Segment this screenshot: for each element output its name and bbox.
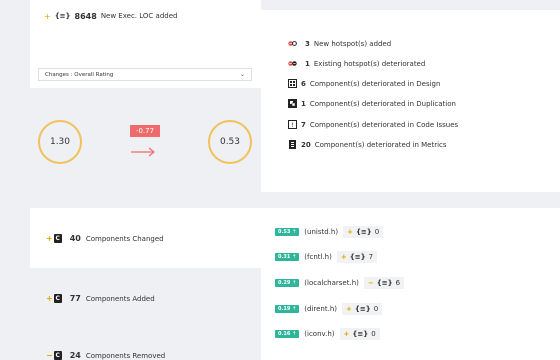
file-change-sign: + bbox=[346, 305, 352, 313]
file-change-chip: + {≡} 0 bbox=[339, 328, 380, 340]
component-file-icon: C bbox=[53, 234, 62, 243]
arrow-right-icon bbox=[130, 142, 156, 157]
components-changed-label: Components Changed bbox=[85, 234, 164, 243]
file-change-sign: − bbox=[367, 279, 374, 287]
rating-before-circle: 1.30 bbox=[38, 120, 82, 164]
summary-text: Component(s) deteriorated in Duplication bbox=[309, 99, 456, 108]
file-rating: 0.29 bbox=[278, 280, 291, 286]
summary-count: 6 bbox=[301, 79, 306, 88]
file-change-chip: − {≡} 6 bbox=[363, 277, 405, 289]
file-rating-badge: 0.16 ⇡ bbox=[275, 330, 300, 338]
components-changed-row: + C 40 Components Changed bbox=[46, 234, 164, 243]
code-braces-icon: {≡} bbox=[349, 253, 366, 261]
plus-icon: + bbox=[46, 294, 53, 303]
file-row[interactable]: 0.16 ⇡ (iconv.h) + {≡} 0 bbox=[275, 328, 380, 340]
file-rating: 0.16 bbox=[278, 331, 291, 337]
loc-value: 8648 bbox=[74, 11, 97, 21]
summary-item: 3 New hotspot(s) added bbox=[288, 39, 391, 48]
plus-icon: + bbox=[46, 234, 53, 243]
components-added-label: Components Added bbox=[85, 294, 155, 303]
file-name[interactable]: (dirent.h) bbox=[304, 305, 337, 313]
summary-item: 1 Existing hotspot(s) deteriorated bbox=[288, 59, 425, 68]
summary-count: 1 bbox=[301, 99, 306, 108]
chevron-down-icon: ⌄ bbox=[239, 71, 245, 78]
file-name[interactable]: (localcharset.h) bbox=[304, 279, 359, 287]
file-change-count: 7 bbox=[368, 253, 374, 261]
svg-text:!: ! bbox=[291, 122, 293, 129]
hotspot-new-icon bbox=[288, 39, 297, 48]
file-rating: 0.19 bbox=[278, 306, 291, 312]
file-change-sign: + bbox=[343, 330, 350, 338]
file-name[interactable]: (fcntl.h) bbox=[304, 253, 332, 261]
summary-count: 3 bbox=[305, 39, 310, 48]
components-added-count: 77 bbox=[69, 294, 81, 303]
file-row[interactable]: 0.31 ⇡ (fcntl.h) + {≡} 7 bbox=[275, 251, 378, 263]
rating-dropdown[interactable]: Changes : Overall Rating ⌄ bbox=[38, 68, 252, 81]
hotspot-deteriorated-icon bbox=[288, 59, 297, 68]
summary-text: Component(s) deteriorated in Design bbox=[309, 79, 441, 88]
summary-text: New hotspot(s) added bbox=[313, 39, 392, 48]
components-added-row: + C 77 Components Added bbox=[46, 294, 155, 303]
summary-text: Component(s) deteriorated in Code Issues bbox=[309, 120, 459, 129]
file-rating-badge: 0.19 ⇡ bbox=[275, 305, 300, 313]
duplication-icon bbox=[288, 99, 297, 108]
file-change-count: 6 bbox=[395, 279, 401, 287]
components-removed-count: 24 bbox=[69, 351, 81, 360]
rating-delta-value: -0.77 bbox=[135, 127, 155, 135]
loc-label: New Exec. LOC added bbox=[100, 12, 178, 20]
file-row[interactable]: 0.53 ⇡ (unistd.h) + {≡} 0 bbox=[275, 226, 384, 238]
minus-icon: − bbox=[46, 351, 53, 360]
summary-text: Component(s) deteriorated in Metrics bbox=[314, 140, 447, 149]
summary-count: 7 bbox=[301, 120, 306, 129]
file-change-sign: + bbox=[347, 228, 353, 236]
rating-dropdown-value: Changes : Overall Rating bbox=[45, 71, 114, 78]
file-change-count: 0 bbox=[374, 228, 380, 236]
components-added-area bbox=[30, 268, 261, 360]
code-braces-icon: {≡} bbox=[376, 279, 393, 287]
file-rating-badge: 0.29 ⇡ bbox=[275, 279, 300, 287]
components-removed-row: − C 24 Components Removed bbox=[46, 351, 165, 360]
file-change-chip: + {≡} 7 bbox=[336, 251, 378, 263]
component-file-icon: C bbox=[53, 351, 62, 360]
summary-text: Existing hotspot(s) deteriorated bbox=[313, 59, 426, 68]
file-rating: 0.31 bbox=[278, 254, 291, 260]
rating-after: 0.53 bbox=[219, 137, 241, 147]
summary-item: 6 Component(s) deteriorated in Design bbox=[288, 79, 440, 88]
code-issues-icon: ! bbox=[288, 120, 297, 129]
file-change-chip: + {≡} 0 bbox=[343, 226, 384, 238]
summary-count: 1 bbox=[305, 59, 310, 68]
summary-item: 1 Component(s) deteriorated in Duplicati… bbox=[288, 99, 456, 108]
file-name[interactable]: (iconv.h) bbox=[304, 330, 334, 338]
design-icon bbox=[288, 79, 297, 88]
code-braces-icon: {≡} bbox=[354, 305, 371, 313]
component-file-icon: C bbox=[53, 294, 62, 303]
rating-delta-badge: -0.77 bbox=[130, 125, 160, 137]
rating-after-circle: 0.53 bbox=[208, 120, 252, 164]
file-rating-badge: 0.53 ⇡ bbox=[275, 228, 300, 236]
file-row[interactable]: 0.29 ⇡ (localcharset.h) − {≡} 6 bbox=[275, 277, 405, 289]
plus-code-icon: + bbox=[44, 11, 51, 21]
top-right-header-strip bbox=[261, 0, 498, 10]
file-change-count: 0 bbox=[371, 330, 376, 338]
summary-item: 20 Component(s) deteriorated in Metrics bbox=[288, 140, 447, 149]
file-row[interactable]: 0.19 ⇡ (dirent.h) + {≡} 0 bbox=[275, 303, 383, 315]
file-rating-badge: 0.31 ⇡ bbox=[275, 253, 300, 261]
file-rating: 0.53 bbox=[278, 229, 291, 235]
code-braces-icon: {≡} bbox=[54, 12, 71, 20]
components-changed-count: 40 bbox=[69, 234, 81, 243]
rating-before: 1.30 bbox=[49, 137, 71, 147]
components-removed-label: Components Removed bbox=[85, 351, 166, 360]
loc-added-row: + {≡} 8648 New Exec. LOC added bbox=[44, 10, 177, 22]
code-braces-icon: {≡} bbox=[355, 228, 372, 236]
summary-item: ! 7 Component(s) deteriorated in Code Is… bbox=[288, 120, 458, 129]
file-change-count: 0 bbox=[373, 305, 379, 313]
metrics-icon bbox=[288, 140, 297, 149]
file-change-sign: + bbox=[340, 253, 347, 261]
summary-count: 20 bbox=[301, 140, 311, 149]
code-braces-icon: {≡} bbox=[352, 330, 369, 338]
file-name[interactable]: (unistd.h) bbox=[304, 228, 338, 236]
file-change-chip: + {≡} 0 bbox=[342, 303, 383, 315]
